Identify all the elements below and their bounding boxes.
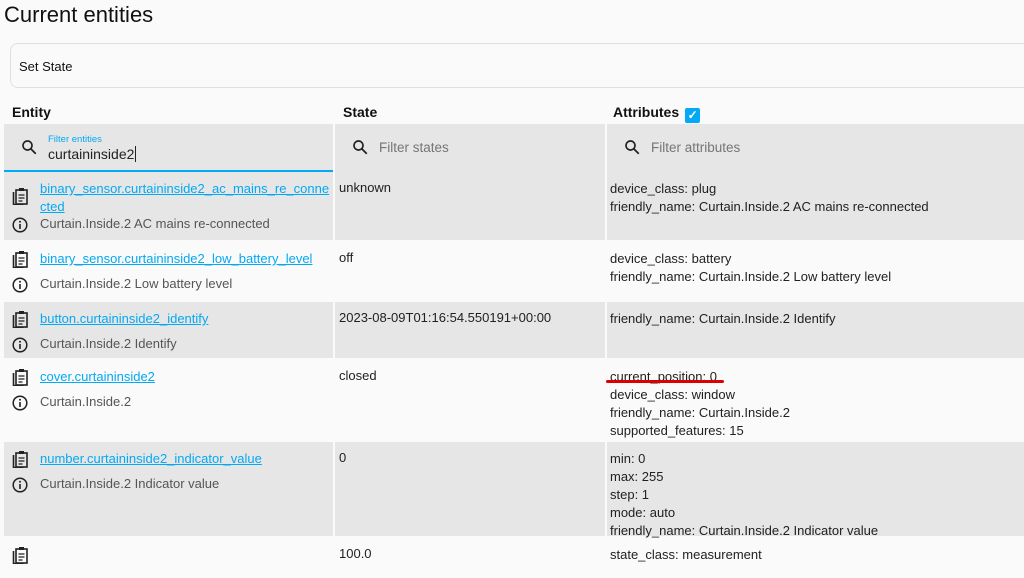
attribute-line: step: 1	[610, 487, 650, 502]
clipboard-icon[interactable]	[12, 368, 28, 387]
table-row: 100.0 state_class: measurement	[4, 538, 1024, 578]
clipboard-icon[interactable]	[12, 250, 28, 269]
entity-state: off	[339, 250, 354, 265]
table-row: cover.curtaininside2 Curtain.Inside.2 clo…	[4, 360, 1024, 440]
attributes-filter-input[interactable]: Filter attributes	[607, 124, 1024, 172]
entity-filter-input[interactable]: Filter entities curtaininside2	[4, 124, 333, 172]
set-state-panel[interactable]: Set State	[10, 43, 1024, 88]
attribute-line: mode: auto	[610, 505, 676, 520]
attribute-line: device_class: window	[610, 387, 736, 402]
entity-state: 2023-08-09T01:16:54.550191+00:00	[339, 310, 552, 325]
entity-filter-value: curtaininside2	[48, 146, 137, 162]
attribute-line: min: 0	[610, 451, 646, 466]
page-title: Current entities	[4, 2, 154, 27]
attribute-line: device_class: plug	[610, 181, 717, 196]
search-icon	[625, 140, 640, 155]
entity-link[interactable]: cover.curtaininside2	[40, 368, 330, 386]
friendly-name: Curtain.Inside.2 AC mains re-connected	[40, 216, 270, 231]
attribute-line: supported_features: 15	[610, 423, 744, 438]
clipboard-icon[interactable]	[12, 450, 28, 469]
entity-attributes: device_class: plug friendly_name: Curtain…	[610, 180, 929, 216]
attribute-line: friendly_name: Curtain.Inside.2 AC mains…	[610, 199, 929, 214]
set-state-label: Set State	[19, 59, 73, 74]
search-icon	[353, 140, 368, 155]
entity-state: 0	[339, 450, 347, 465]
table-row: button.curtaininside2_identify Curtain.In…	[4, 302, 1024, 358]
table-row: binary_sensor.curtaininside2_ac_mains_re…	[4, 172, 1024, 240]
entity-header: Entity	[12, 104, 51, 120]
attribute-line: friendly_name: Curtain.Inside.2 Low batt…	[610, 269, 892, 284]
clipboard-icon[interactable]	[12, 546, 28, 565]
entity-link[interactable]: binary_sensor.curtaininside2_low_battery…	[40, 250, 330, 268]
attribute-line: friendly_name: Curtain.Inside.2	[610, 405, 790, 420]
table-row: number.curtaininside2_indicator_value Cur…	[4, 442, 1024, 538]
attribute-line: friendly_name: Curtain.Inside.2 Identify	[610, 311, 836, 326]
entity-state: 100.0	[339, 546, 372, 561]
entity-attributes: friendly_name: Curtain.Inside.2 Identify	[610, 310, 835, 328]
entity-state: unknown	[339, 180, 392, 195]
clipboard-icon[interactable]	[12, 310, 28, 329]
entity-link[interactable]: button.curtaininside2_identify	[40, 310, 330, 328]
attributes-header: Attributes	[613, 104, 680, 120]
entity-attributes: state_class: measurement	[610, 546, 762, 564]
attribute-line: state_class: measurement	[610, 547, 762, 562]
info-icon[interactable]	[12, 395, 28, 411]
attributes-filter-placeholder: Filter attributes	[651, 140, 741, 155]
attribute-line: device_class: battery	[610, 251, 732, 266]
entity-filter-label: Filter entities	[48, 134, 102, 145]
entity-attributes: min: 0 max: 255 step: 1 mode: auto friendly_…	[610, 450, 878, 540]
info-icon[interactable]	[12, 337, 28, 353]
search-icon	[22, 140, 37, 155]
entity-attributes: device_class: battery friendly_name: Curt…	[610, 250, 891, 286]
attribute-line: max: 255	[610, 469, 664, 484]
red-underline-annotation	[606, 380, 724, 383]
friendly-name: Curtain.Inside.2	[40, 394, 132, 409]
friendly-name: Curtain.Inside.2 Identify	[40, 336, 177, 351]
entity-link[interactable]: binary_sensor.curtaininside2_ac_mains_re…	[40, 180, 330, 216]
clipboard-icon[interactable]	[12, 187, 28, 206]
info-icon[interactable]	[12, 277, 28, 293]
entity-attributes: current_position: 0 device_class: window f…	[610, 368, 790, 440]
state-header: State	[343, 104, 378, 120]
friendly-name: Curtain.Inside.2 Indicator value	[40, 476, 220, 491]
info-icon[interactable]	[12, 477, 28, 493]
attributes-checkbox[interactable]: ✓	[685, 108, 701, 123]
state-filter-placeholder: Filter states	[379, 140, 449, 155]
table-row: binary_sensor.curtaininside2_low_battery…	[4, 242, 1024, 300]
attribute-line: current_position: 0	[610, 369, 717, 384]
entity-state: closed	[339, 368, 377, 383]
friendly-name: Curtain.Inside.2 Low battery level	[40, 276, 233, 291]
entity-link[interactable]: number.curtaininside2_indicator_value	[40, 450, 330, 468]
state-filter-input[interactable]: Filter states	[335, 124, 605, 172]
info-icon[interactable]	[12, 217, 28, 233]
